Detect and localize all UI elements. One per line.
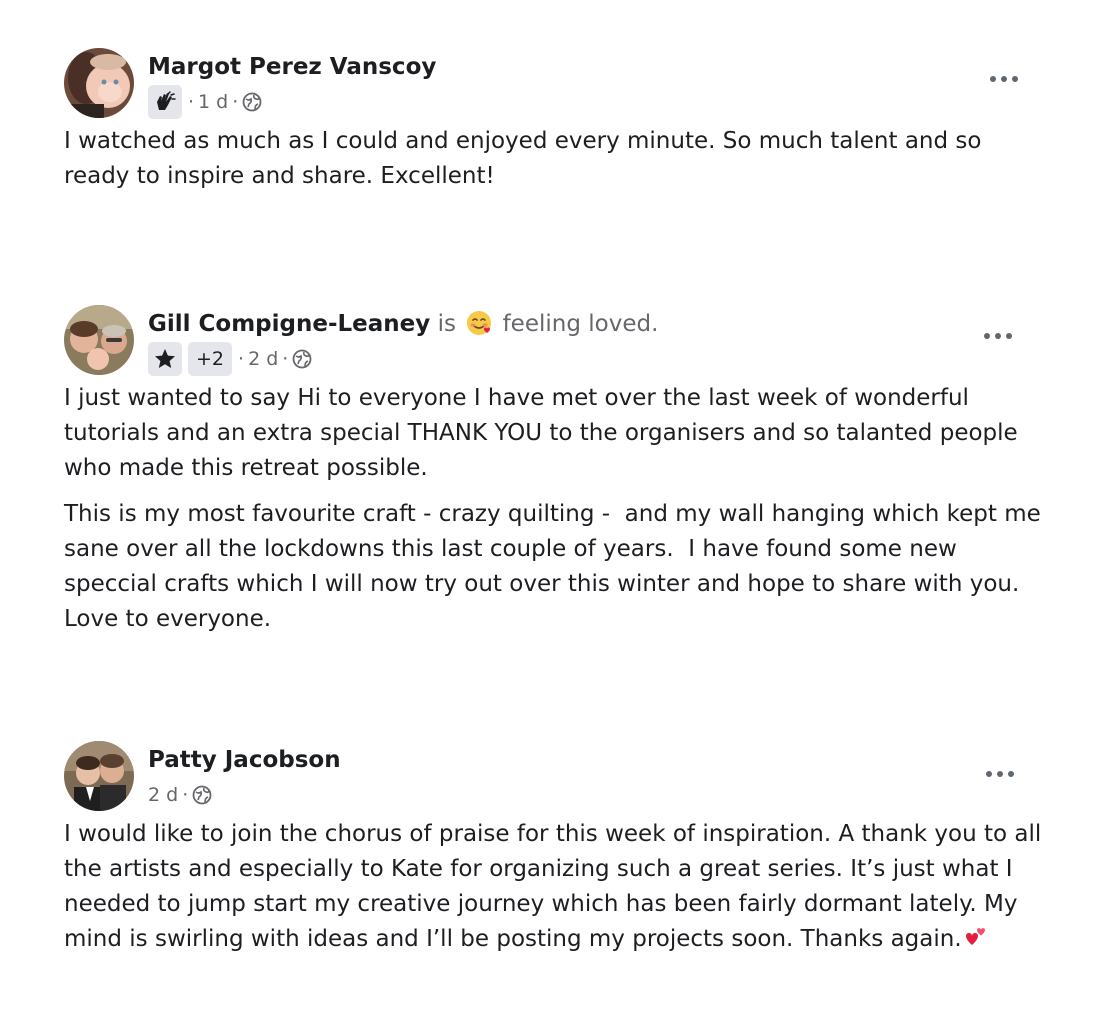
post-body: I would like to join the chorus of prais…	[64, 817, 1054, 957]
post-header: Gill Compigne-Leaney is feeling loved. +…	[64, 305, 1054, 381]
author-name[interactable]: Margot Perez Vanscoy	[148, 54, 436, 80]
post-paragraph: I just wanted to say Hi to everyone I ha…	[64, 385, 1025, 481]
star-badge[interactable]	[148, 342, 182, 376]
more-options-button[interactable]	[978, 321, 1018, 351]
post-time[interactable]: 2 d	[148, 784, 178, 806]
globe-icon	[292, 349, 312, 369]
avatar[interactable]	[64, 48, 134, 118]
globe-icon	[242, 92, 262, 112]
more-horizontal-icon	[990, 76, 1018, 82]
smiling-face-with-hearts-icon	[467, 311, 492, 335]
post-meta: · 1 d ·	[148, 85, 436, 119]
post-header: Patty Jacobson 2 d ·	[64, 741, 1054, 817]
post-time[interactable]: 1 d	[198, 91, 228, 113]
post-paragraph-text: I would like to join the chorus of prais…	[64, 821, 1049, 952]
more-options-button[interactable]	[980, 759, 1020, 789]
clapping-hands-icon	[157, 91, 176, 110]
more-options-button[interactable]	[984, 64, 1024, 94]
feeling-prefix: is	[437, 311, 456, 337]
comment-post: Patty Jacobson 2 d · I would like to joi…	[64, 741, 1054, 957]
post-body: I watched as much as I could and enjoyed…	[64, 124, 1054, 194]
post-paragraph: I watched as much as I could and enjoyed…	[64, 128, 989, 189]
two-hearts-icon	[965, 928, 985, 945]
more-horizontal-icon	[984, 333, 1012, 339]
post-meta: 2 d ·	[148, 778, 341, 812]
more-horizontal-icon	[986, 771, 1014, 777]
post-paragraph: This is my most favourite craft - crazy …	[64, 501, 1049, 632]
comment-post: Margot Perez Vanscoy · 1 d · I watched a…	[64, 48, 1054, 194]
star-icon	[155, 349, 175, 368]
clapping-hands-badge[interactable]	[148, 85, 182, 119]
post-meta: +2 · 2 d ·	[148, 342, 658, 376]
post-paragraph: I would like to join the chorus of prais…	[64, 817, 1054, 957]
author-name[interactable]: Gill Compigne-Leaney	[148, 311, 430, 337]
post-body: I just wanted to say Hi to everyone I ha…	[64, 381, 1054, 637]
feeling-text[interactable]: feeling loved.	[503, 311, 659, 337]
post-time[interactable]: 2 d	[248, 348, 278, 370]
post-header: Margot Perez Vanscoy · 1 d ·	[64, 48, 1054, 124]
comment-post: Gill Compigne-Leaney is feeling loved. +…	[64, 305, 1054, 637]
extra-badges-count[interactable]: +2	[188, 342, 233, 376]
avatar[interactable]	[64, 305, 134, 375]
author-name[interactable]: Patty Jacobson	[148, 747, 341, 773]
avatar[interactable]	[64, 741, 134, 811]
globe-icon	[192, 785, 212, 805]
